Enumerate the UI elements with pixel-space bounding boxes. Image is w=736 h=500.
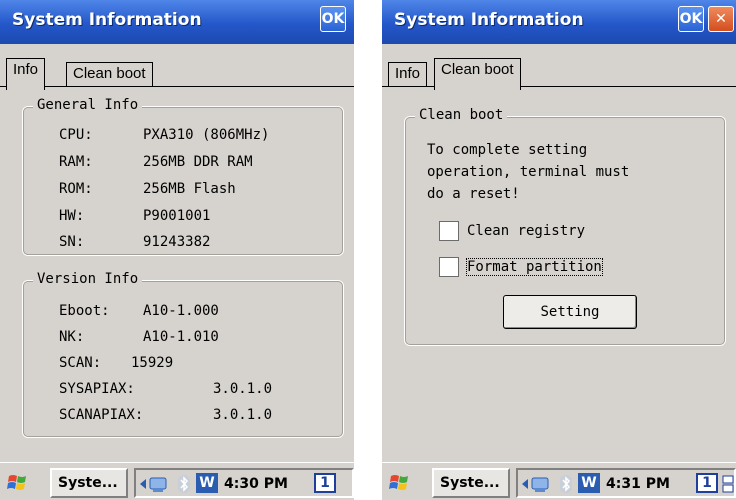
title-bar: System Information OK (0, 0, 354, 44)
tab-clean-boot[interactable]: Clean boot (66, 62, 153, 86)
clean-boot-label: Clean boot (415, 107, 508, 123)
clock[interactable]: 4:30 PM (224, 476, 288, 492)
clean-registry-checkbox[interactable] (439, 221, 459, 241)
keyboard-indicator-icon[interactable]: 1 (314, 473, 336, 493)
nk-key: NK: (59, 329, 85, 345)
network-icon[interactable] (520, 473, 554, 495)
taskbar: Syste... W 4:31 PM 1 (382, 462, 736, 500)
title-bar: System Information OK ✕ (382, 0, 736, 44)
scan-key: SCAN: (59, 355, 102, 371)
clock[interactable]: 4:31 PM (606, 476, 670, 492)
version-info-label: Version Info (33, 271, 143, 287)
close-button[interactable]: ✕ (708, 6, 734, 32)
nk-value: A10-1.010 (143, 329, 219, 345)
system-info-window-info-tab: System Information OK Info Clean boot Ge… (0, 0, 354, 500)
ram-key: RAM: (59, 154, 93, 170)
ram-value: 256MB DDR RAM (143, 154, 253, 170)
general-info-label: General Info (33, 97, 143, 113)
windows-start-icon[interactable] (388, 472, 414, 494)
w-input-icon[interactable]: W (578, 473, 600, 493)
hw-key: HW: (59, 208, 85, 224)
sn-value: 91243382 (143, 234, 211, 250)
scanapiax-key: SCANAPIAX: (59, 407, 144, 423)
message-line: operation, terminal must (427, 164, 630, 180)
sysapiax-key: SYSAPIAX: (59, 381, 135, 397)
window-title: System Information (12, 10, 202, 30)
format-partition-checkbox[interactable] (439, 257, 459, 277)
hw-value: P9001001 (143, 208, 211, 224)
windows-start-icon[interactable] (6, 472, 32, 494)
scan-value: 15929 (131, 355, 174, 371)
system-tray: W 4:30 PM 1 (134, 468, 354, 498)
ok-button[interactable]: OK (678, 6, 704, 32)
taskbar-task-system-info[interactable]: Syste... (50, 468, 128, 498)
sn-key: SN: (59, 234, 85, 250)
connection-icon[interactable] (722, 473, 736, 495)
keyboard-indicator-icon[interactable]: 1 (696, 473, 718, 493)
taskbar-task-system-info[interactable]: Syste... (432, 468, 510, 498)
tab-strip: Info Clean boot (382, 50, 736, 90)
window-title: System Information (394, 10, 584, 30)
rom-value: 256MB Flash (143, 181, 236, 197)
cpu-key: CPU: (59, 127, 93, 143)
bluetooth-icon[interactable] (558, 473, 574, 495)
eboot-value: A10-1.000 (143, 303, 219, 319)
eboot-key: Eboot: (59, 303, 110, 319)
message-line: do a reset! (427, 186, 520, 202)
format-partition-label[interactable]: Format partition (466, 258, 603, 276)
system-tray: W 4:31 PM 1 (516, 468, 736, 498)
sysapiax-value: 3.0.1.0 (213, 381, 273, 397)
version-info-group: Version Info Eboot: A10-1.000 NK: A10-1.… (22, 271, 344, 438)
setting-button[interactable]: Setting (503, 295, 637, 329)
clean-boot-group: Clean boot To complete setting operation… (404, 107, 726, 346)
bluetooth-icon[interactable] (176, 473, 192, 495)
taskbar: Syste... W 4:30 PM 1 (0, 462, 354, 500)
general-info-group: General Info CPU: PXA310 (806MHz) RAM: 2… (22, 97, 344, 256)
tab-strip: Info Clean boot (0, 50, 354, 90)
clean-registry-label[interactable]: Clean registry (467, 223, 585, 239)
tab-divider (0, 86, 354, 87)
w-input-icon[interactable]: W (196, 473, 218, 493)
ok-button[interactable]: OK (320, 6, 346, 32)
scanapiax-value: 3.0.1.0 (213, 407, 273, 423)
network-icon[interactable] (138, 473, 172, 495)
reset-message: To complete setting operation, terminal … (427, 139, 629, 205)
system-info-window-clean-boot-tab: System Information OK ✕ Info Clean boot … (382, 0, 736, 500)
tab-info[interactable]: Info (388, 62, 428, 86)
rom-key: ROM: (59, 181, 93, 197)
message-line: To complete setting (427, 142, 588, 158)
cpu-value: PXA310 (806MHz) (143, 127, 270, 143)
tab-info[interactable]: Info (6, 58, 46, 90)
tab-clean-boot[interactable]: Clean boot (434, 58, 521, 90)
